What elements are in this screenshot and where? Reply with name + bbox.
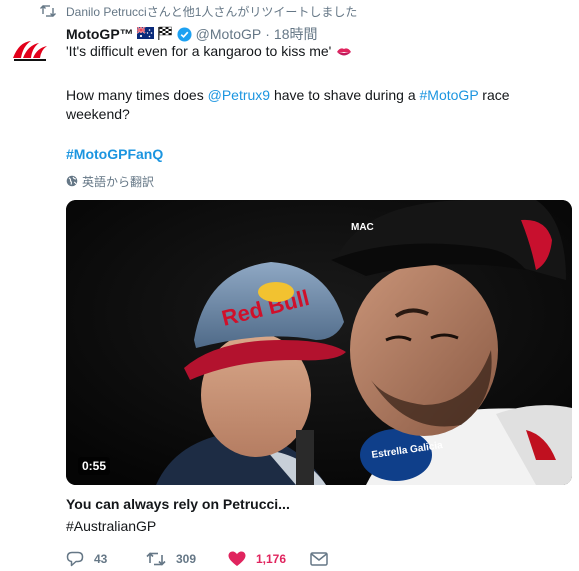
separator-dot: ·: [265, 26, 270, 42]
retweet-button[interactable]: 309: [146, 548, 196, 570]
kiss-mark-icon: [336, 44, 352, 63]
globe-icon: [66, 175, 78, 187]
envelope-icon: [310, 552, 328, 566]
tweet-text-line-1: 'It's difficult even for a kangaroo to k…: [66, 42, 566, 63]
tweet-text-line-3: weekend?: [66, 106, 130, 122]
right-cap-logo: MAC: [351, 222, 374, 233]
checkered-flag-icon: [157, 26, 173, 43]
video-duration: 0:55: [78, 457, 111, 475]
direct-message-button[interactable]: [310, 548, 328, 570]
video-title[interactable]: You can always rely on Petrucci...: [66, 496, 290, 512]
retweet-context[interactable]: Danilo Petrucciさんと他1人さんがリツイートしました: [40, 2, 357, 20]
text-segment: race: [478, 87, 510, 103]
translate-button[interactable]: 英語から翻訳: [66, 173, 154, 189]
motogp-logo-icon: [13, 41, 47, 61]
australia-flag-icon: [136, 26, 154, 42]
tweet-text: 'It's difficult even for a kangaroo to k…: [66, 42, 566, 164]
tweet-actions: 43 309 1,176: [66, 548, 566, 570]
tweet-header: MotoGP™ @MotoGP · 18時間: [66, 24, 317, 44]
retweet-context-text: Danilo Petrucciさんと他1人さんがリツイートしました: [66, 4, 358, 19]
translate-label: 英語から翻訳: [82, 174, 155, 189]
like-count: 1,176: [256, 552, 287, 566]
text-segment: How many times does: [66, 87, 208, 103]
tweet-text-line-2: How many times does @Petrux9 have to sha…: [66, 86, 566, 105]
mention-link[interactable]: @Petrux9: [208, 87, 270, 103]
video-thumbnail: Red Bull Estrella Galicia MAC: [66, 200, 572, 485]
author-handle[interactable]: @MotoGP: [196, 26, 262, 42]
reply-icon: [66, 551, 84, 567]
retweet-count: 309: [176, 552, 197, 566]
tweet-timestamp[interactable]: 18時間: [274, 24, 318, 44]
retweet-icon: [40, 5, 56, 17]
avatar[interactable]: [10, 30, 50, 70]
heart-icon: [228, 551, 246, 566]
retweet-icon: [146, 552, 166, 566]
verified-badge-icon: [177, 26, 192, 42]
author-name[interactable]: MotoGP™: [66, 26, 134, 42]
reply-count: 43: [94, 552, 108, 566]
video-subtitle[interactable]: #AustralianGP: [66, 518, 156, 534]
quote-text: 'It's difficult even for a kangaroo to k…: [66, 43, 332, 59]
video-player[interactable]: Red Bull Estrella Galicia MAC 0:55: [66, 200, 572, 485]
like-button[interactable]: 1,176: [228, 548, 286, 570]
reply-button[interactable]: 43: [66, 548, 107, 570]
hashtag-motogp-link[interactable]: #MotoGP: [420, 87, 479, 103]
text-segment: have to shave during a: [270, 87, 420, 103]
hashtag-fanq-link[interactable]: #MotoGPFanQ: [66, 146, 163, 162]
